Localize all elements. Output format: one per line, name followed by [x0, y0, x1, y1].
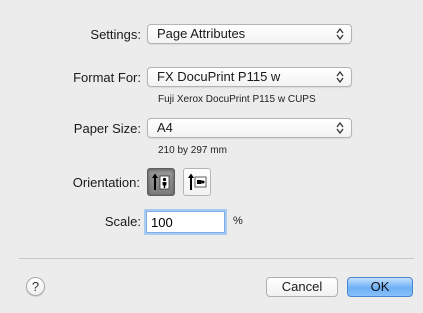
settings-label: Settings:	[90, 27, 141, 42]
scale-label: Scale:	[104, 214, 141, 229]
stepper-arrows-icon	[336, 122, 344, 134]
portrait-orientation-icon	[152, 173, 170, 190]
stepper-arrows-icon	[336, 71, 344, 83]
cancel-button[interactable]: Cancel	[266, 277, 338, 297]
scale-input[interactable]	[146, 211, 225, 233]
format-for-label: Format For:	[73, 70, 141, 85]
divider	[19, 258, 414, 259]
orientation-landscape-button[interactable]	[183, 168, 211, 196]
format-for-value: FX DocuPrint P115 w	[157, 69, 281, 84]
orientation-portrait-button[interactable]	[147, 168, 175, 196]
settings-popup[interactable]: Page Attributes	[147, 24, 352, 44]
stepper-arrows-icon	[336, 28, 344, 40]
help-button[interactable]: ?	[26, 277, 45, 296]
orientation-label: Orientation:	[72, 175, 140, 190]
format-for-popup[interactable]: FX DocuPrint P115 w	[147, 67, 352, 87]
scale-unit: %	[233, 215, 243, 227]
ok-button[interactable]: OK	[347, 277, 413, 297]
settings-value: Page Attributes	[157, 26, 246, 41]
paper-size-label: Paper Size:	[73, 121, 141, 136]
paper-dimensions: 210 by 297 mm	[158, 145, 227, 156]
printer-description: Fuji Xerox DocuPrint P115 w CUPS	[158, 94, 316, 105]
landscape-orientation-icon	[188, 173, 207, 190]
paper-size-popup[interactable]: A4	[147, 118, 352, 138]
paper-size-value: A4	[157, 120, 173, 135]
